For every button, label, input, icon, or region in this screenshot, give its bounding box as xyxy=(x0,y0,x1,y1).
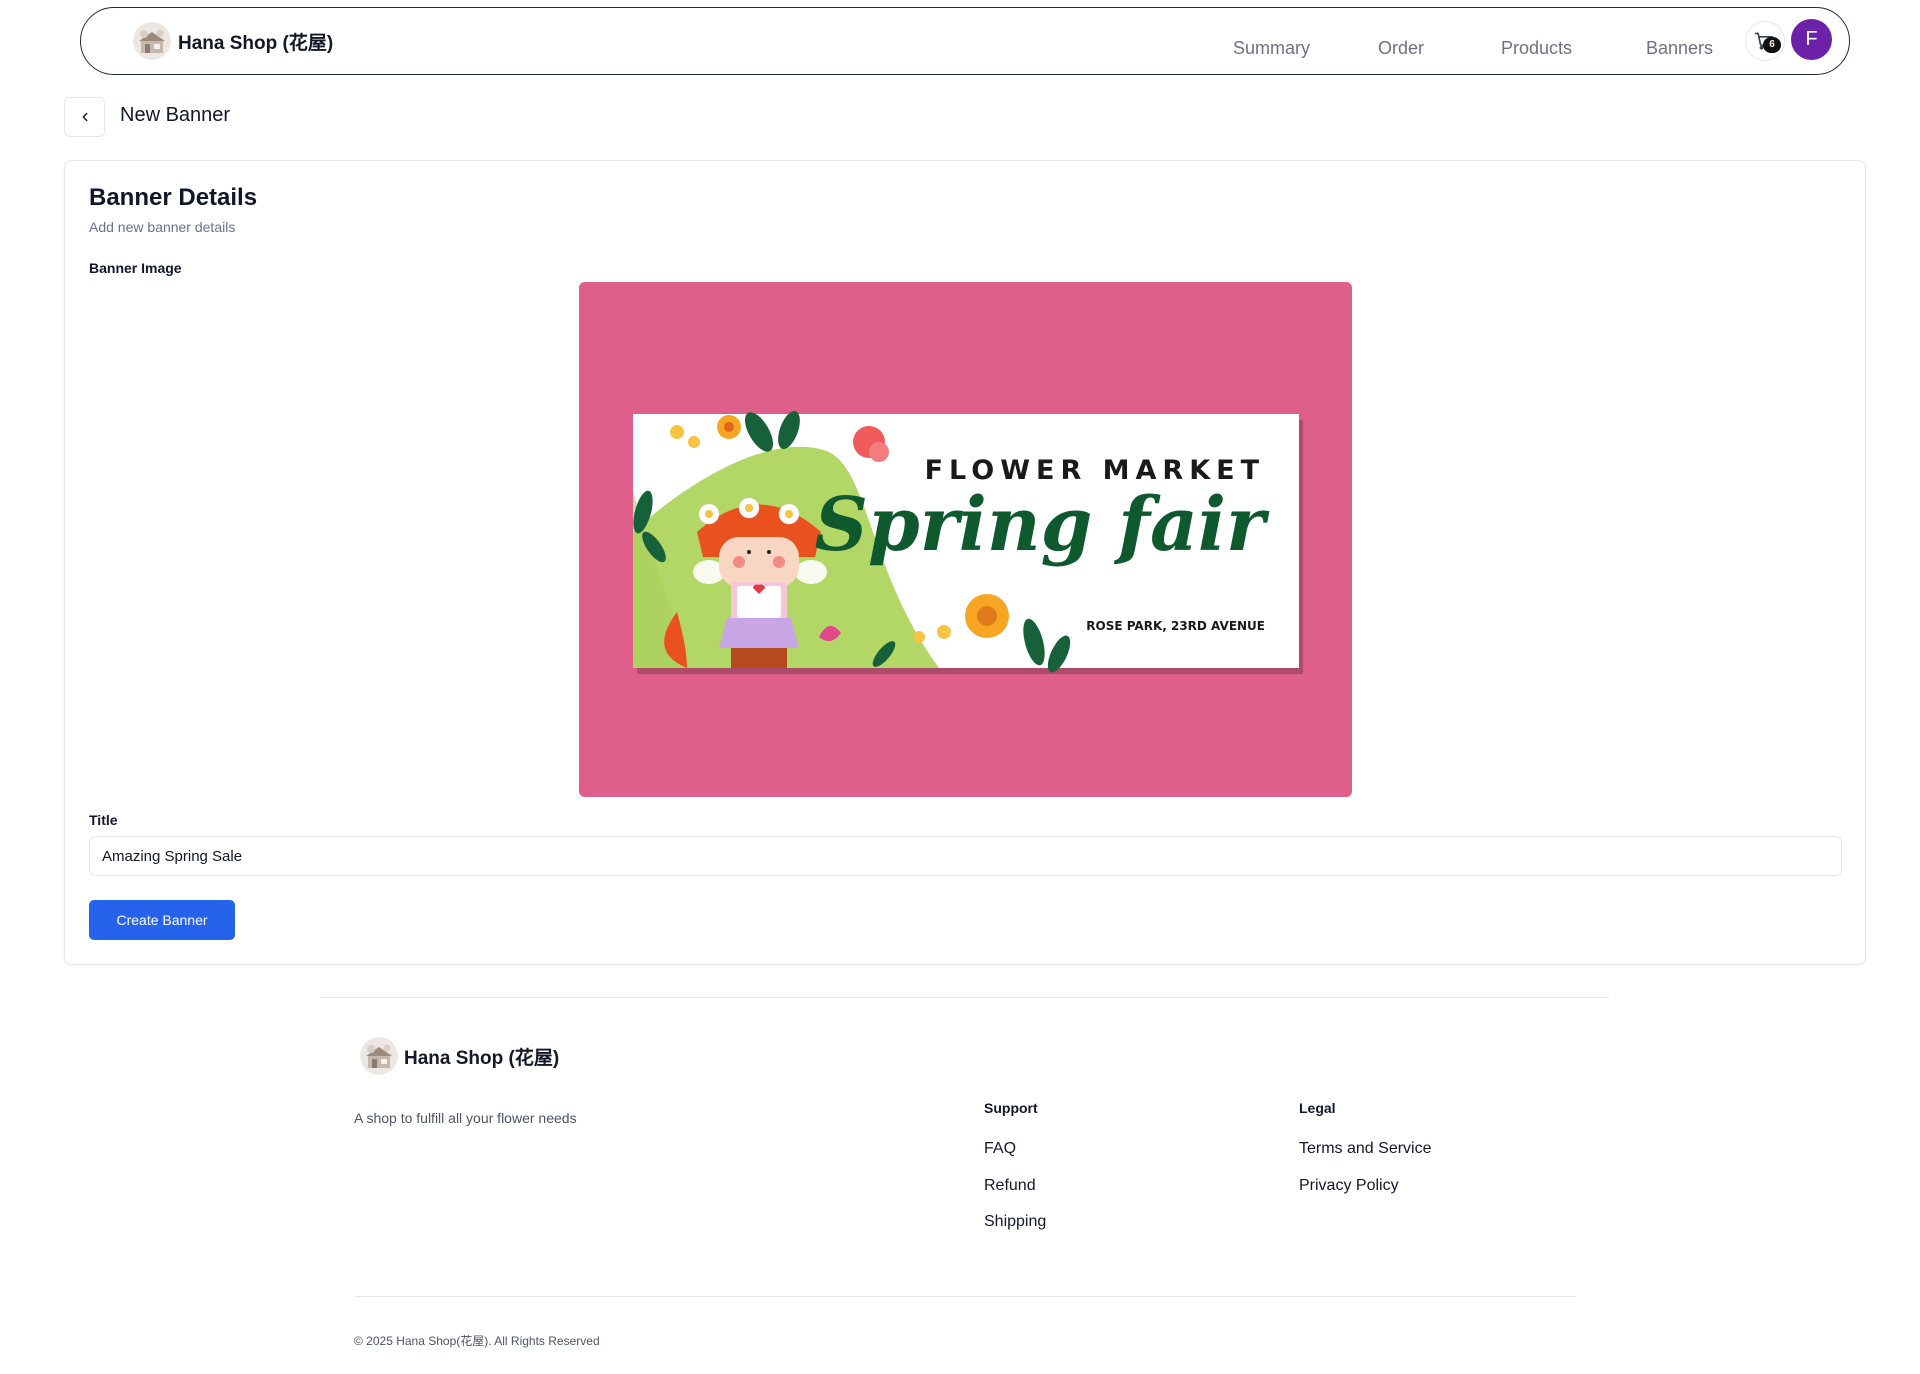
footer-link-terms[interactable]: Terms and Service xyxy=(1299,1140,1432,1158)
cart-count-badge: 6 xyxy=(1763,37,1781,53)
footer-divider-bottom xyxy=(354,1296,1576,1297)
footer-brand[interactable]: Hana Shop (花屋) xyxy=(360,1036,559,1076)
footer-divider-top xyxy=(320,997,1610,998)
title-label: Title xyxy=(89,812,118,828)
top-navbar: Hana Shop (花屋) Summary Order Products Ba… xyxy=(80,7,1850,75)
brand[interactable]: Hana Shop (花屋) xyxy=(133,20,333,62)
avatar[interactable]: F xyxy=(1791,19,1832,60)
nav-link-banners[interactable]: Banners xyxy=(1646,37,1713,59)
chevron-left-icon xyxy=(82,112,87,122)
nav-link-summary[interactable]: Summary xyxy=(1233,37,1310,59)
banner-image-label: Banner Image xyxy=(89,260,182,276)
copyright-text: © 2025 Hana Shop(花屋). All Rights Reserve… xyxy=(354,1334,600,1348)
footer-link-refund[interactable]: Refund xyxy=(984,1177,1036,1195)
shop-logo xyxy=(133,22,171,60)
cart-button[interactable]: 6 xyxy=(1745,21,1785,61)
banner-script-text: Spring fair xyxy=(815,482,1270,568)
title-input[interactable] xyxy=(89,836,1842,876)
banner-image-preview[interactable]: FLOWER MARKET Spring fair ROSE PARK, 23R… xyxy=(579,282,1352,797)
banner-location: ROSE PARK, 23RD AVENUE xyxy=(1086,619,1265,633)
back-button[interactable] xyxy=(64,97,105,137)
footer-tagline: A shop to fulfill all your flower needs xyxy=(354,1110,577,1126)
footer-brand-name: Hana Shop (花屋) xyxy=(404,1047,560,1069)
shop-logo xyxy=(360,1037,398,1075)
footer-support-heading: Support xyxy=(984,1100,1038,1116)
brand-name: Hana Shop (花屋) xyxy=(178,32,334,54)
nav-link-order[interactable]: Order xyxy=(1378,37,1424,59)
page-title: New Banner xyxy=(120,104,231,126)
nav-link-products[interactable]: Products xyxy=(1501,37,1572,59)
card-title: Banner Details xyxy=(89,184,258,211)
footer-link-faq[interactable]: FAQ xyxy=(984,1140,1016,1158)
footer-link-privacy[interactable]: Privacy Policy xyxy=(1299,1177,1399,1195)
card-subtitle: Add new banner details xyxy=(89,219,236,235)
footer-link-shipping[interactable]: Shipping xyxy=(984,1213,1046,1231)
footer-legal-heading: Legal xyxy=(1299,1100,1336,1116)
create-banner-button[interactable]: Create Banner xyxy=(89,900,235,940)
